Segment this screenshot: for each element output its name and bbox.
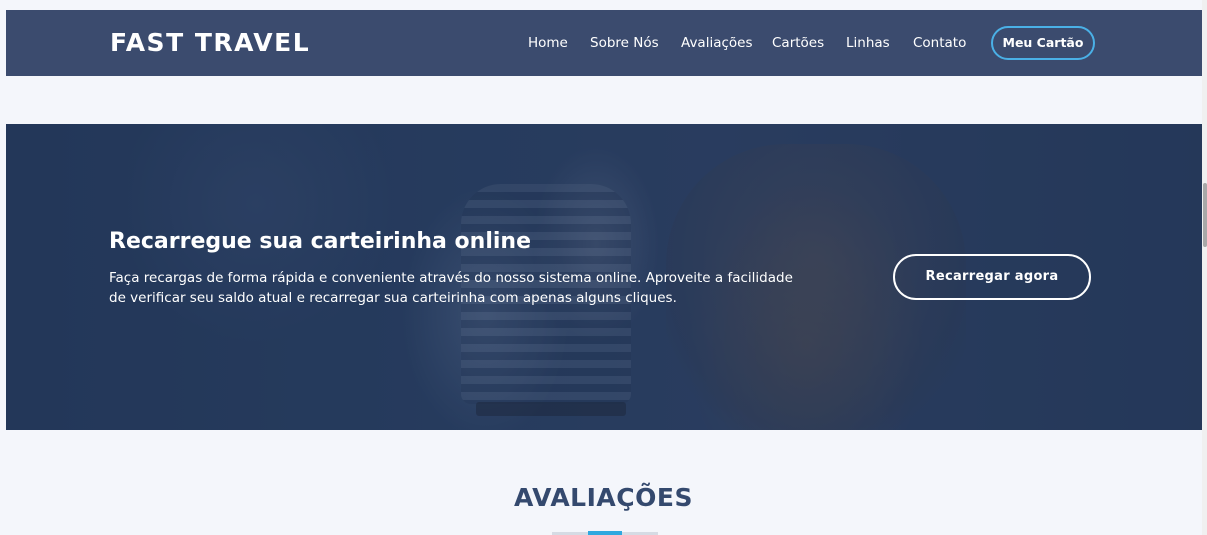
hero-description: Faça recargas de forma rápida e convenie… [109, 270, 793, 306]
meu-cartao-button[interactable]: Meu Cartão [991, 26, 1095, 60]
nav-item-sobre-nos[interactable]: Sobre Nós [590, 34, 659, 52]
page: FAST TRAVEL Home Sobre Nós Avaliações Ca… [0, 0, 1207, 535]
nav-item-cartoes[interactable]: Cartões [772, 34, 824, 52]
title-divider-accent [588, 531, 622, 535]
scrollbar-thumb[interactable] [1203, 183, 1207, 247]
nav-item-linhas[interactable]: Linhas [846, 34, 890, 52]
recharge-hero: Recarregue sua carteirinha online Faça r… [6, 124, 1202, 430]
nav-item-contato[interactable]: Contato [913, 34, 966, 52]
nav-item-avaliacoes[interactable]: Avaliações [681, 34, 753, 52]
site-header: FAST TRAVEL Home Sobre Nós Avaliações Ca… [6, 10, 1202, 76]
hero-title: Recarregue sua carteirinha online [109, 229, 531, 254]
reviews-section-title: AVALIAÇÕES [514, 483, 693, 512]
brand-logo[interactable]: FAST TRAVEL [110, 28, 310, 58]
page-scrollbar[interactable] [1202, 0, 1207, 535]
recarregar-agora-button[interactable]: Recarregar agora [893, 254, 1091, 300]
nav-item-home[interactable]: Home [528, 34, 568, 52]
